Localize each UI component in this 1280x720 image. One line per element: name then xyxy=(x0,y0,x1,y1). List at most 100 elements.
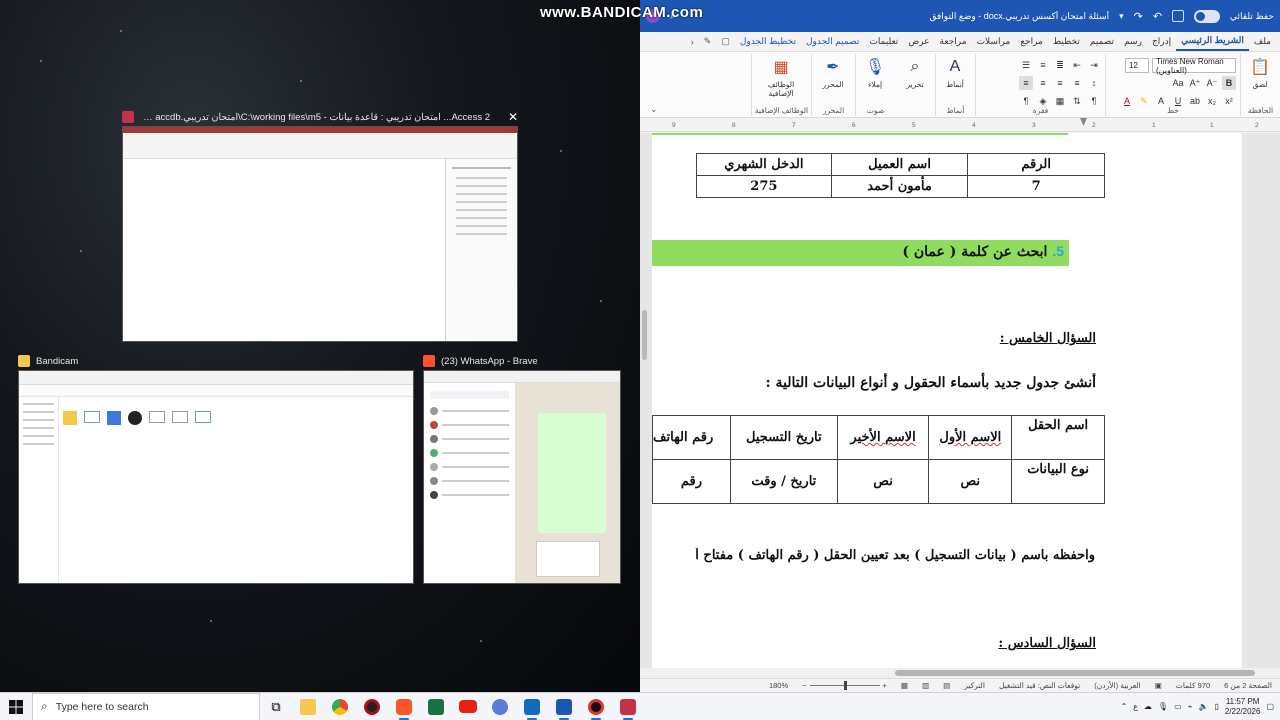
addins-button[interactable]: ▦ الوظائف الإضافية xyxy=(763,56,799,98)
word-count[interactable]: 970 كلمات xyxy=(1176,681,1210,690)
tab-design[interactable]: تصميم xyxy=(1085,33,1119,50)
horizontal-ruler: 9 8 7 6 5 4 3 2 1 1 2 xyxy=(640,118,1280,132)
paste-button[interactable]: 📋 لصق xyxy=(1242,56,1278,89)
tab-references[interactable]: مراجع xyxy=(1015,33,1048,50)
tab-draw[interactable]: رسم xyxy=(1119,33,1147,50)
group-label: خط xyxy=(1167,106,1179,115)
tab-table-design[interactable]: تصميم الجدول xyxy=(801,33,864,50)
increase-indent-icon[interactable]: ⇥ xyxy=(1087,58,1101,72)
taskbar-excel[interactable] xyxy=(420,693,452,720)
clock[interactable]: 11:57 PM 2/22/2026 xyxy=(1225,697,1261,717)
taskbar-settings[interactable] xyxy=(484,693,516,720)
start-button[interactable] xyxy=(0,693,32,720)
cloud-icon[interactable]: ☁ xyxy=(1144,702,1152,711)
focus-mode[interactable]: التركيز xyxy=(964,681,985,690)
change-case-icon[interactable]: Aa xyxy=(1171,76,1185,90)
scroll-thumb[interactable] xyxy=(642,310,647,360)
line-spacing-icon[interactable]: ↕ xyxy=(1087,76,1101,90)
page-count[interactable]: الصفحة 2 من 6 xyxy=(1224,681,1272,690)
scroll-thumb[interactable] xyxy=(895,670,1255,676)
shrink-font-icon[interactable]: A⁻ xyxy=(1205,76,1219,90)
customer-table: الرقم اسم العميل الدخل الشهري 7 مأمون أح… xyxy=(696,153,1105,198)
taskbar-word[interactable] xyxy=(548,693,580,720)
redo-icon[interactable]: ↷ xyxy=(1134,10,1143,23)
tab-mailings[interactable]: مراسلات xyxy=(972,33,1016,50)
vertical-scrollbar[interactable] xyxy=(640,140,648,660)
taskbar-outlook[interactable] xyxy=(516,693,548,720)
taskbar-bandicam[interactable] xyxy=(580,693,612,720)
autosave-toggle[interactable] xyxy=(1194,9,1221,23)
language[interactable]: العربية (الأردن) xyxy=(1094,681,1140,690)
font-size-combo[interactable]: 12 xyxy=(1125,58,1149,73)
display-icon[interactable]: ▭ xyxy=(1174,702,1182,711)
dictate-button[interactable]: 🎙 إملاء xyxy=(857,56,893,89)
multilevel-list-icon[interactable]: ≣ xyxy=(1053,58,1067,72)
language-indicator[interactable]: ع xyxy=(1133,702,1138,711)
read-mode-icon[interactable]: ▤ xyxy=(943,681,950,690)
undo-icon[interactable]: ↶ xyxy=(1153,10,1162,23)
bold-icon[interactable]: B xyxy=(1222,76,1236,90)
zoom-in-icon[interactable]: + xyxy=(883,681,887,690)
bullets-icon[interactable]: ☰ xyxy=(1019,58,1033,72)
zoom-level[interactable]: 180% xyxy=(769,681,788,690)
justify-icon[interactable]: ≡ xyxy=(1070,76,1084,90)
editing-button[interactable]: ⌕ تحرير xyxy=(897,56,933,89)
taskbar-brave[interactable] xyxy=(388,693,420,720)
taskbar-record-app[interactable] xyxy=(356,693,388,720)
horizontal-scrollbar[interactable] xyxy=(640,668,1280,678)
customize-toolbar-icon[interactable]: ▾ xyxy=(1119,11,1124,22)
question-text: ابحث عن كلمة ( عمان ) xyxy=(902,244,1048,260)
tab-table-layout[interactable]: تخطيط الجدول xyxy=(735,33,801,50)
document-page[interactable]: الرقم اسم العميل الدخل الشهري 7 مأمون أح… xyxy=(652,133,1242,668)
proofing-icon[interactable]: ▣ xyxy=(1155,681,1162,690)
collapse-ribbon-icon[interactable]: ⌄ xyxy=(650,104,658,115)
taskbar-file-explorer[interactable] xyxy=(292,693,324,720)
taskbar-chrome[interactable] xyxy=(324,693,356,720)
tab-view[interactable]: عرض xyxy=(903,33,934,50)
taskbar-access[interactable] xyxy=(612,693,644,720)
task-view-access-window[interactable]: Access 2... امتحان تدريبي : قاعدة بيانات… xyxy=(122,108,518,342)
close-icon[interactable]: ✕ xyxy=(508,110,518,124)
task-view-button[interactable]: ⧉ xyxy=(260,693,292,720)
text-predictions[interactable]: توقعات النص: قيد التشغيل xyxy=(999,681,1080,690)
editing-mode-icon[interactable]: ✎ xyxy=(699,33,717,50)
tab-review[interactable]: مراجعة xyxy=(935,33,972,50)
tab-layout[interactable]: تخطيط xyxy=(1048,33,1085,50)
tab-file[interactable]: ملف xyxy=(1249,33,1276,50)
decrease-indent-icon[interactable]: ⇤ xyxy=(1070,58,1084,72)
task-view-bandicam-window[interactable]: Bandicam xyxy=(18,352,414,584)
editor-button[interactable]: ✒ المحرر xyxy=(815,56,851,89)
document-area[interactable]: الرقم اسم العميل الدخل الشهري 7 مأمون أح… xyxy=(640,133,1280,668)
taskbar-youtube[interactable] xyxy=(452,693,484,720)
comments-icon[interactable]: ▢ xyxy=(716,33,735,50)
print-layout-icon[interactable]: ▥ xyxy=(922,681,929,690)
align-left-icon[interactable]: ≡ xyxy=(1053,76,1067,90)
numbering-icon[interactable]: ≡ xyxy=(1036,58,1050,72)
group-label: صوت xyxy=(866,106,885,115)
zoom-slider[interactable]: − + xyxy=(802,681,887,690)
task-view-whatsapp-window[interactable]: (23) WhatsApp - Brave xyxy=(423,352,621,584)
tab-help[interactable]: تعليمات xyxy=(864,33,903,50)
tab-home[interactable]: الشريط الرئيسي xyxy=(1176,32,1249,51)
web-layout-icon[interactable]: ▦ xyxy=(901,681,908,690)
save-icon[interactable] xyxy=(1172,10,1185,22)
font-name-combo[interactable]: Times New Roman (العناوين) xyxy=(1152,57,1236,75)
grow-font-icon[interactable]: A⁺ xyxy=(1188,76,1202,90)
network-icon[interactable]: ⌁ xyxy=(1188,702,1193,711)
align-right-icon[interactable]: ≡ xyxy=(1019,76,1033,90)
ruler-tick: 2 xyxy=(1255,122,1259,129)
notifications-icon[interactable]: ▢ xyxy=(1266,702,1274,711)
ribbon-tabs: ملف الشريط الرئيسي إدراج رسم تصميم تخطيط… xyxy=(640,32,1280,52)
align-center-icon[interactable]: ≡ xyxy=(1036,76,1050,90)
indent-marker[interactable] xyxy=(1080,118,1087,126)
ruler-tick: 4 xyxy=(972,122,976,129)
battery-icon[interactable]: ▯ xyxy=(1214,702,1218,711)
tab-insert[interactable]: إدراج xyxy=(1147,33,1176,50)
ribbon-scroll-icon[interactable]: ‹ xyxy=(686,34,699,50)
microphone-icon[interactable]: 🎙 xyxy=(1158,702,1168,711)
volume-icon[interactable]: 🔈 xyxy=(1198,702,1208,711)
taskbar-search-box[interactable]: ⌕ Type here to search xyxy=(32,692,260,720)
zoom-out-icon[interactable]: − xyxy=(802,681,806,690)
styles-button[interactable]: A أنماط xyxy=(937,56,973,89)
chevron-up-icon[interactable]: ⌃ xyxy=(1120,702,1127,711)
